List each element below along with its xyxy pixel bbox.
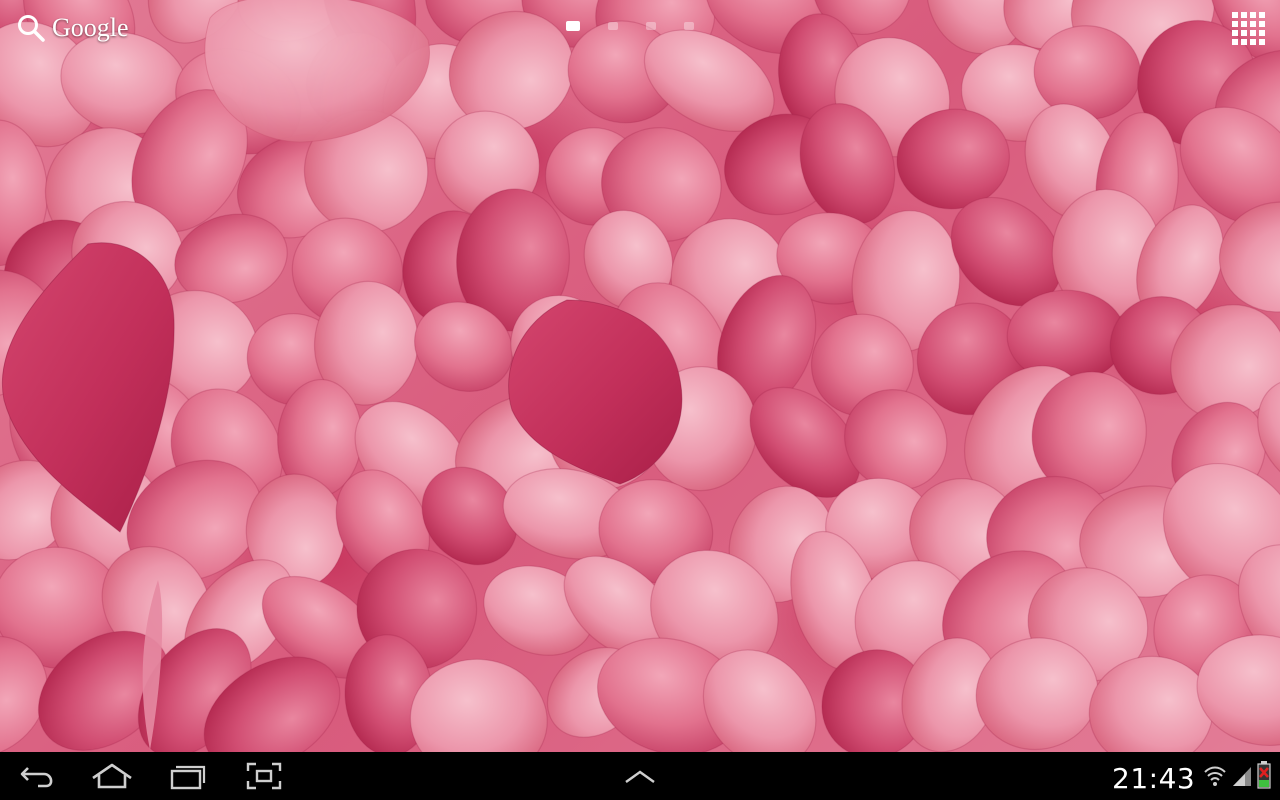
screenshot-icon <box>246 762 282 790</box>
apps-grid-icon <box>1232 12 1265 45</box>
petal-texture <box>0 0 1280 752</box>
page-dot-2 <box>608 22 618 30</box>
google-search-label: Google <box>52 13 129 42</box>
battery-alert-icon <box>1257 761 1271 789</box>
wifi-icon <box>1204 766 1226 786</box>
chevron-up-icon <box>625 770 655 783</box>
page-dot-3 <box>646 22 656 30</box>
home-page-indicator <box>566 21 694 31</box>
all-apps-button[interactable] <box>1230 10 1266 46</box>
home-button[interactable] <box>88 760 136 792</box>
back-button[interactable] <box>14 760 62 792</box>
menu-button[interactable] <box>616 760 664 792</box>
page-dot-4 <box>684 22 694 30</box>
system-navigation-bar: 21:43 <box>0 752 1280 800</box>
status-clock[interactable]: 21:43 <box>1112 762 1195 795</box>
recent-apps-icon <box>170 765 206 790</box>
recent-apps-button[interactable] <box>164 760 212 792</box>
page-dot-1 <box>566 21 580 31</box>
search-icon <box>18 15 45 42</box>
signal-icon <box>1233 767 1251 786</box>
google-search-bar[interactable]: Google <box>16 12 129 44</box>
home-icon <box>92 763 132 789</box>
rose-petal-wallpaper <box>0 0 1280 752</box>
screenshot-button[interactable] <box>240 760 288 792</box>
back-icon <box>20 767 53 788</box>
